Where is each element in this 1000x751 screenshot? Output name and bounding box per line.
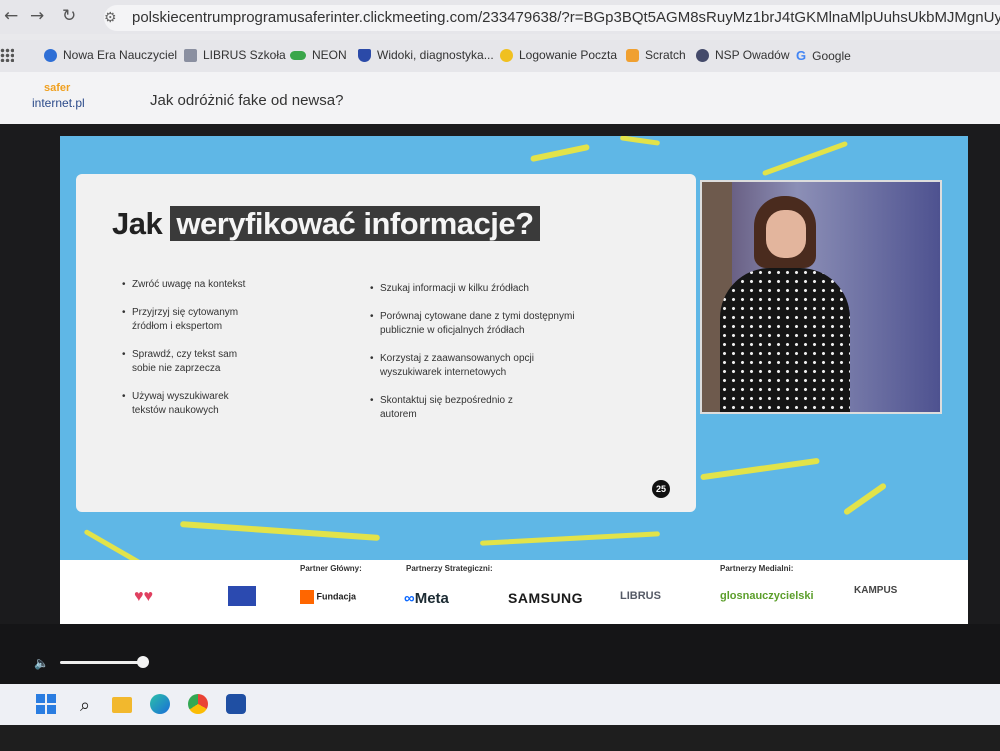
toggle-icon (290, 50, 306, 60)
bullet-left-2: • Przyjrzyj się cytowanym źródłom i ekspe… (122, 307, 239, 332)
decor-squiggle (479, 531, 661, 546)
strategic-partners-heading: Partnerzy Strategiczni: (406, 564, 493, 573)
bullet-right-3: • Korzystaj z zaawansowanych opcji wyszuk… (370, 353, 534, 378)
bullet-left-4: • Używaj wyszukiwarek tekstów naukowych (122, 391, 229, 416)
screen: ← → ↻ ⚙ polskiecentrumprogramusaferinter… (0, 0, 1000, 725)
main-partner-heading: Partner Główny: (300, 564, 362, 573)
volume-slider-handle[interactable] (137, 656, 149, 668)
bookmark-nsp[interactable]: NSP Owadów (696, 48, 789, 62)
edge-icon[interactable] (150, 694, 172, 716)
decor-squiggle (761, 140, 849, 177)
decor-squiggle (530, 143, 590, 163)
kampus-logo: KAMPUS (854, 585, 898, 596)
decor-squiggle (700, 457, 820, 481)
meta-infinity-icon: ∞ (404, 590, 415, 607)
security-shield-icon[interactable] (226, 694, 248, 716)
nowa-era-icon (44, 48, 57, 62)
taskbar: ⌕ (0, 684, 1000, 725)
bullet-right-2: • Porównaj cytowane dane z tymi dostępnym… (370, 311, 575, 336)
forward-icon[interactable]: → (30, 6, 44, 26)
url-text[interactable]: polskiecentrumprogramusaferinter.clickme… (132, 9, 1000, 26)
samsung-logo: SAMSUNG (508, 590, 584, 606)
slide-page-number: 25 (652, 480, 670, 498)
google-icon: G (796, 48, 807, 63)
bullet-left-3: • Sprawdź, czy tekst sam sobie nie zaprze… (122, 349, 238, 374)
bookmark-poczta[interactable]: Logowanie Poczta (500, 48, 617, 62)
sponsors-strip: Partner Główny: Partnerzy Strategiczni: … (60, 560, 968, 624)
decor-squiggle (842, 482, 888, 516)
bookmark-neon[interactable]: NEON (290, 48, 347, 62)
bookmark-widoki[interactable]: Widoki, diagnostyka... (358, 48, 494, 62)
media-partners-heading: Partnerzy Medialni: (720, 564, 794, 573)
search-icon[interactable]: ⌕ (74, 694, 96, 716)
glos-nauczycielski-logo: glosnauczycielski (720, 590, 814, 602)
eu-flag-logo (228, 586, 256, 606)
reload-icon[interactable]: ↻ (62, 6, 76, 26)
bookmark-nowa-era[interactable]: Nowa Era Nauczyciel (44, 48, 177, 62)
orange-fundacja-logo: Fundacja (300, 590, 356, 604)
slide: Jak weryfikować informacje? • Zwróć uwagę… (76, 174, 696, 512)
presenter-body (720, 268, 850, 412)
poczta-icon (500, 48, 513, 62)
bullet-right-1: • Szukaj informacji w kilku źródłach (370, 283, 529, 294)
player-controls: 🔈 (0, 624, 1000, 684)
url-field[interactable]: ⚙ polskiecentrumprogramusaferinter.click… (104, 5, 1000, 31)
saferinternet-logo[interactable]: safer internet.pl (28, 82, 98, 114)
volume-slider[interactable] (60, 661, 142, 664)
bookmarks-bar: Nowa Era Nauczyciel LIBRUS Szkoła NEON W… (0, 40, 1000, 72)
decor-squiggle (180, 521, 380, 541)
librus-icon (184, 48, 197, 62)
nsp-icon (696, 48, 709, 62)
presentation-stage: Jak weryfikować informacje? • Zwróć uwagę… (60, 136, 968, 624)
meta-logo: ∞Meta (404, 590, 449, 607)
bookmark-scratch[interactable]: Scratch (626, 48, 686, 62)
shield-icon (358, 48, 371, 62)
video-player[interactable]: Jak weryfikować informacje? • Zwróć uwagę… (0, 124, 1000, 624)
volume-icon[interactable]: 🔈 (34, 656, 49, 670)
slide-heading: Jak weryfikować informacje? (112, 206, 540, 242)
back-icon[interactable]: ← (4, 6, 18, 26)
bullet-right-4: • Skontaktuj się bezpośrednio z autorem (370, 395, 513, 420)
page-header: safer internet.pl Jak odróżnić fake od n… (0, 72, 1000, 124)
chrome-icon[interactable] (188, 694, 210, 716)
bullet-left-1: • Zwróć uwagę na kontekst (122, 279, 246, 290)
bookmark-google[interactable]: G Google (796, 48, 851, 63)
apps-grid-icon[interactable] (0, 48, 14, 62)
bookmark-librus[interactable]: LIBRUS Szkoła (184, 48, 286, 62)
presenter-face (766, 210, 806, 258)
monitor-bezel (0, 725, 1000, 751)
scratch-icon (626, 48, 639, 62)
page-title: Jak odróżnić fake od newsa? (150, 92, 344, 109)
address-bar-row: ← → ↻ ⚙ polskiecentrumprogramusaferinter… (0, 0, 1000, 34)
fundacja-dzieci-logo: ♥♥ (134, 588, 153, 605)
presenter-camera (700, 180, 942, 414)
decor-squiggle (619, 136, 661, 146)
file-explorer-icon[interactable] (112, 694, 134, 716)
librus-logo: LIBRUS (620, 590, 661, 602)
windows-start-icon[interactable] (36, 694, 58, 716)
site-info-icon[interactable]: ⚙ (104, 9, 117, 26)
